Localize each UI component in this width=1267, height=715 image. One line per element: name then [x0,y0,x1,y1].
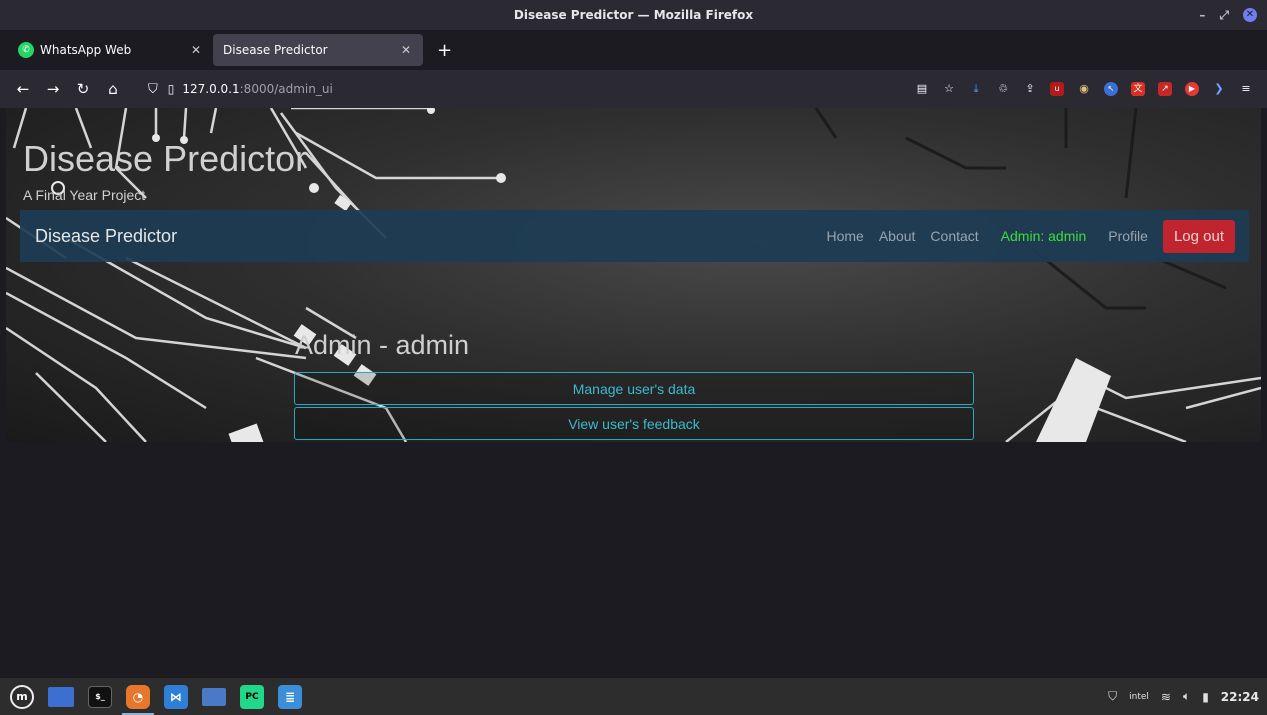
terminal-icon[interactable]: $_ [88,685,112,708]
tab-bar: ✆ WhatsApp Web ✕ Disease Predictor ✕ + [0,30,1267,70]
menu-icon[interactable]: ≡ [1239,82,1253,96]
tab-disease-predictor[interactable]: Disease Predictor ✕ [213,34,423,66]
back-icon[interactable]: ← [16,80,30,98]
home-icon[interactable]: ⌂ [106,80,120,98]
show-desktop-icon[interactable] [48,686,74,707]
nav-home-link[interactable]: Home [826,228,863,244]
tab-close-icon[interactable]: ✕ [401,43,411,57]
firefox-icon[interactable]: ◔ [122,684,154,715]
intel-tray-icon[interactable]: intel [1129,692,1149,702]
nav-contact-link[interactable]: Contact [930,228,978,244]
navbar-links: Home About Contact Admin: admin Profile … [811,210,1249,262]
tab-label: WhatsApp Web [40,43,132,57]
text-editor-icon[interactable]: ≣ [278,684,302,709]
page-icon: ▯ [167,82,175,96]
window-title: Disease Predictor — Mozilla Firefox [513,8,754,22]
tab-label: Disease Predictor [223,43,328,57]
logout-button[interactable]: Log out [1162,219,1235,253]
bookmark-star-icon[interactable]: ☆ [942,82,956,96]
toolbar-icons: ▤ ☆ ⤓ ♲ ⇪ u ◉ ↖ 文 ↗ ▶ ❯ ≡ [915,70,1253,108]
overflow-chevron-icon[interactable]: ❯ [1212,82,1226,96]
reader-view-icon[interactable]: ▤ [915,82,929,96]
extension-blue-icon[interactable]: ↖ [1104,82,1118,96]
view-user-feedback-button[interactable]: View user's feedback [294,407,974,440]
extension-red-icon[interactable]: ↗ [1158,82,1172,96]
page-empty-area [6,442,1261,678]
nav-admin-link[interactable]: Admin: admin [1001,228,1087,244]
nav-profile-link[interactable]: Profile [1108,228,1148,244]
site-subtitle: A Final Year Project [23,187,146,203]
new-tab-icon[interactable]: + [437,40,452,61]
maximize-icon[interactable]: ⤢ [1219,8,1229,23]
window-controls: – ⤢ ✕ [1199,0,1257,30]
system-tray: ⛉ intel ≋ 🔈︎ ▮ 22:24 [1108,678,1259,715]
reload-icon[interactable]: ↻ [76,80,90,98]
battery-icon[interactable]: ▮ [1202,690,1209,704]
admin-heading: Admin - admin [295,330,470,360]
wifi-icon[interactable]: ≋ [1161,690,1171,704]
navbar-brand[interactable]: Disease Predictor [35,226,177,247]
translate-icon[interactable]: 文 [1131,82,1145,96]
url-host: 127.0.0.1 [182,82,240,96]
pocket-icon[interactable]: ♲ [996,82,1010,96]
close-icon[interactable]: ✕ [1243,8,1257,22]
files-icon[interactable] [202,687,226,706]
whatsapp-icon: ✆ [18,42,34,58]
youtube-icon[interactable]: ▶ [1185,82,1199,96]
site-title: Disease Predictor [23,138,308,179]
browser-toolbar: ← → ↻ ⌂ ⛉ ▯ 127.0.0.1:8000/admin_ui ▤ ☆ … [0,70,1267,108]
url-path: :8000/admin_ui [239,82,333,96]
vscode-icon[interactable]: ⋈ [164,684,188,709]
tab-whatsapp[interactable]: ✆ WhatsApp Web ✕ [8,34,213,66]
pycharm-icon[interactable]: PC [240,684,264,709]
share-icon[interactable]: ⇪ [1023,82,1037,96]
volume-icon[interactable]: 🔈︎ [1183,689,1190,704]
mint-menu-icon[interactable]: m [10,684,34,709]
manage-users-data-button[interactable]: Manage user's data [294,372,974,405]
nav-about-link[interactable]: About [879,228,916,244]
taskbar: m $_ ◔ ⋈ PC ≣ ⛉ intel ≋ 🔈︎ ▮ 22:24 [0,678,1267,715]
site-navbar: Disease Predictor Home About Contact Adm… [20,210,1249,262]
ublock-icon[interactable]: u [1050,82,1064,96]
clock[interactable]: 22:24 [1221,690,1259,704]
shield-icon[interactable]: ⛉ [148,82,158,97]
window-titlebar: Disease Predictor — Mozilla Firefox – ⤢ … [0,0,1267,30]
privacy-badger-icon[interactable]: ◉ [1077,82,1091,96]
download-icon[interactable]: ⤓ [969,82,983,96]
forward-icon[interactable]: → [46,80,60,98]
tab-close-icon[interactable]: ✕ [191,43,201,57]
page-viewport: Disease Predictor A Final Year Project D… [6,108,1261,442]
shield-tray-icon[interactable]: ⛉ [1108,689,1117,704]
minimize-icon[interactable]: – [1199,8,1205,22]
